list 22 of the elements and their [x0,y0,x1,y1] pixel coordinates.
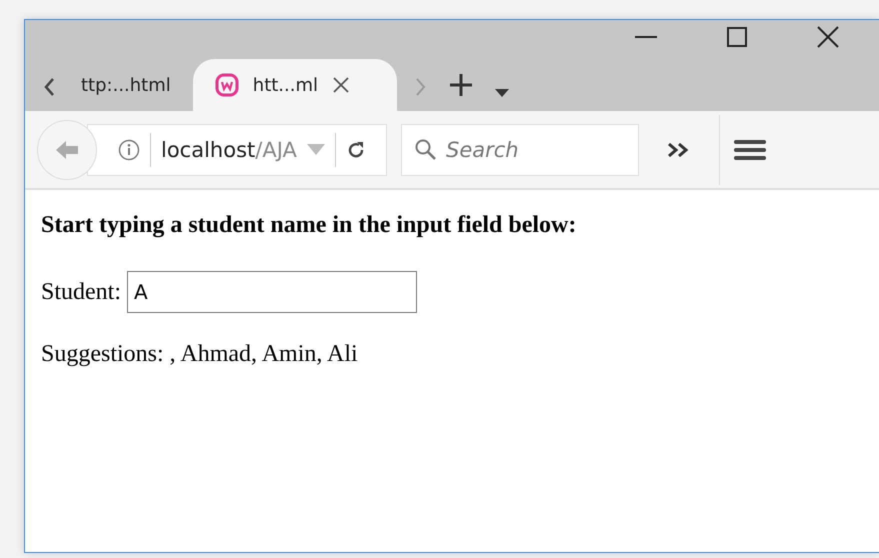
address-bar[interactable]: localhost/AJA [87,124,387,176]
site-logo-icon [214,73,239,97]
suggestions-text: Suggestions: , Ahmad, Amin, Ali [41,341,359,368]
menu-icon[interactable] [734,138,766,160]
scroll-left-icon[interactable] [43,77,55,97]
minimize-icon[interactable] [635,35,657,39]
field-label: Student: [41,278,122,306]
new-tab-icon[interactable] [448,73,473,97]
browser-tab[interactable]: ttp:...html [77,59,193,111]
dropdown-icon[interactable] [494,89,509,97]
page-heading: Start typing a student name in the input field below: [41,212,578,239]
search-field[interactable]: Search [401,124,639,176]
overflow-icon[interactable] [667,142,691,158]
maximize-icon[interactable] [727,27,747,47]
search-icon [414,138,438,162]
back-arrow-icon [54,138,80,160]
student-input-field[interactable]: A [127,271,418,313]
browser-tab[interactable]: htt...ml [192,59,397,111]
url-text: localhost/AJA [161,138,297,162]
info-icon[interactable] [118,138,140,160]
close-tab-icon[interactable] [332,76,350,94]
close-icon[interactable] [817,26,839,48]
